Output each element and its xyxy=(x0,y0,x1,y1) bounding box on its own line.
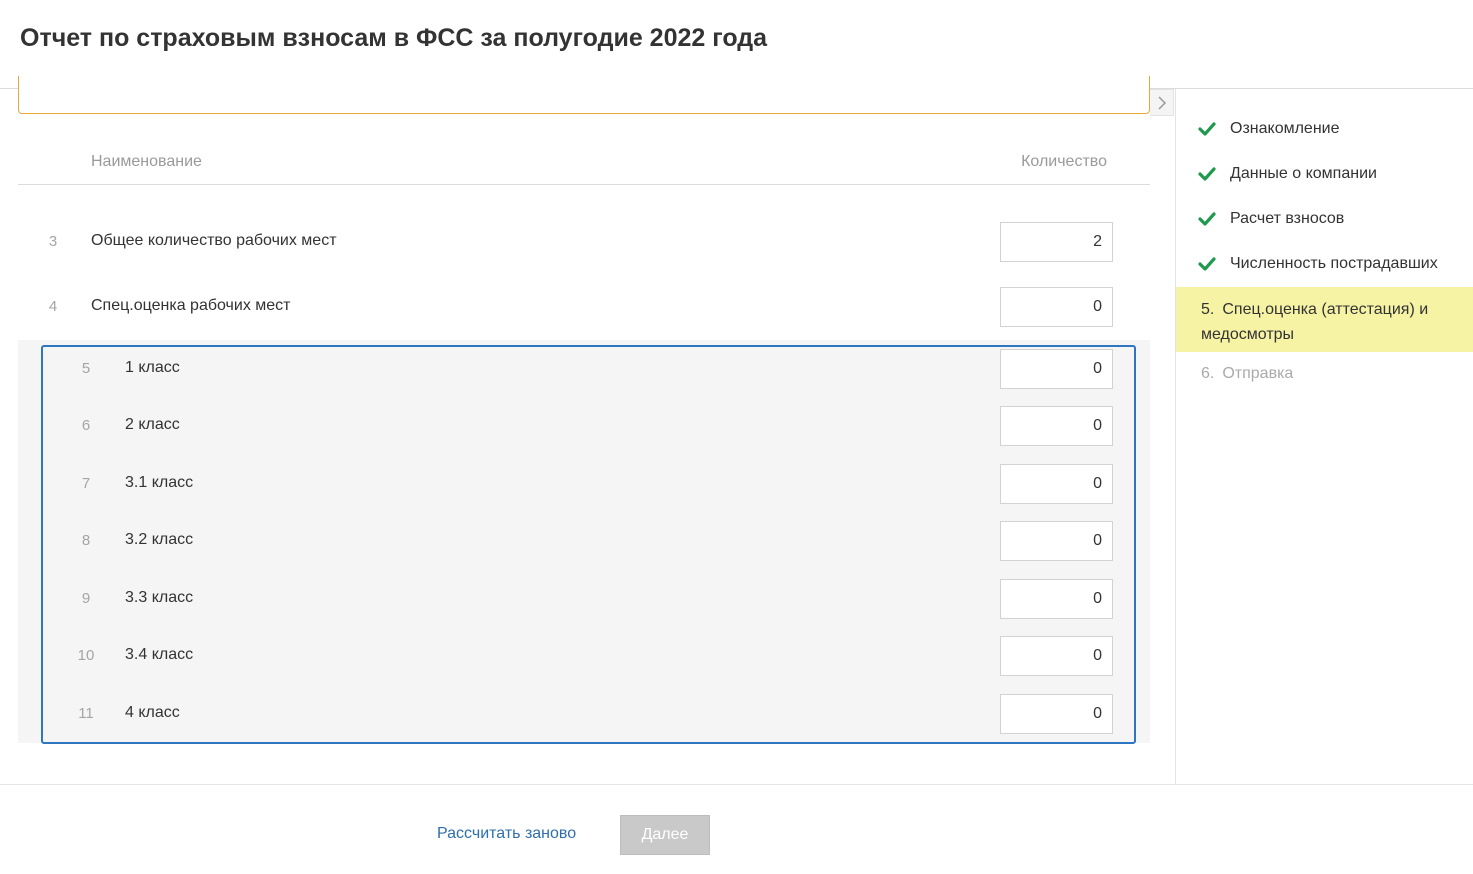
step-label: Расчет взносов xyxy=(1230,210,1345,227)
step-text: Спец.оценка (аттестация) и медосмотры xyxy=(1201,301,1429,343)
step-label: Ознакомление xyxy=(1230,120,1340,137)
notice-box xyxy=(18,76,1150,114)
sidebar-collapse-toggle[interactable] xyxy=(1150,89,1174,116)
check-icon xyxy=(1198,122,1216,136)
step-victims-count[interactable]: Численность пострадавших xyxy=(1176,242,1473,287)
step-submission[interactable]: 6. Отправка xyxy=(1176,352,1473,397)
table-row: 4 Спец.оценка рабочих мест xyxy=(18,287,1150,327)
column-header-name: Наименование xyxy=(91,153,202,170)
step-number: 6. xyxy=(1201,365,1215,382)
quantity-input[interactable] xyxy=(1000,287,1113,327)
step-number: 5. xyxy=(1201,301,1215,318)
check-icon xyxy=(1198,212,1216,226)
step-special-assessment[interactable]: 5. Спец.оценка (аттестация) и медосмотры xyxy=(1176,287,1473,352)
table-row: 3 Общее количество рабочих мест xyxy=(18,222,1150,262)
step-contribution-calc[interactable]: Расчет взносов xyxy=(1176,197,1473,242)
footer-divider xyxy=(0,784,1473,785)
row-label: Спец.оценка рабочих мест xyxy=(91,297,291,314)
check-icon xyxy=(1198,167,1216,181)
step-text: Отправка xyxy=(1222,365,1294,382)
recalculate-link[interactable]: Рассчитать заново xyxy=(437,825,576,843)
step-company-data[interactable]: Данные о компании xyxy=(1176,152,1473,197)
step-label: Данные о компании xyxy=(1230,165,1377,182)
step-label: 5. Спец.оценка (аттестация) и медосмотры xyxy=(1201,297,1461,347)
quantity-input[interactable] xyxy=(1000,222,1113,262)
step-label: Численность пострадавших xyxy=(1230,255,1438,272)
page-title: Отчет по страховым взносам в ФСС за полу… xyxy=(20,24,768,52)
table-header-divider xyxy=(18,184,1150,185)
chevron-right-icon xyxy=(1157,95,1166,110)
next-button[interactable]: Далее xyxy=(620,815,710,855)
step-label: 6. Отправка xyxy=(1201,365,1293,383)
step-introduction[interactable]: Ознакомление xyxy=(1176,107,1473,152)
check-icon xyxy=(1198,257,1216,271)
row-number: 3 xyxy=(48,233,58,250)
column-header-quantity: Количество xyxy=(1021,153,1107,170)
row-number: 4 xyxy=(48,298,58,315)
class-group-highlight xyxy=(41,345,1136,744)
wizard-steps: Ознакомление Данные о компании Расчет вз… xyxy=(1176,107,1473,397)
row-label: Общее количество рабочих мест xyxy=(91,232,337,249)
